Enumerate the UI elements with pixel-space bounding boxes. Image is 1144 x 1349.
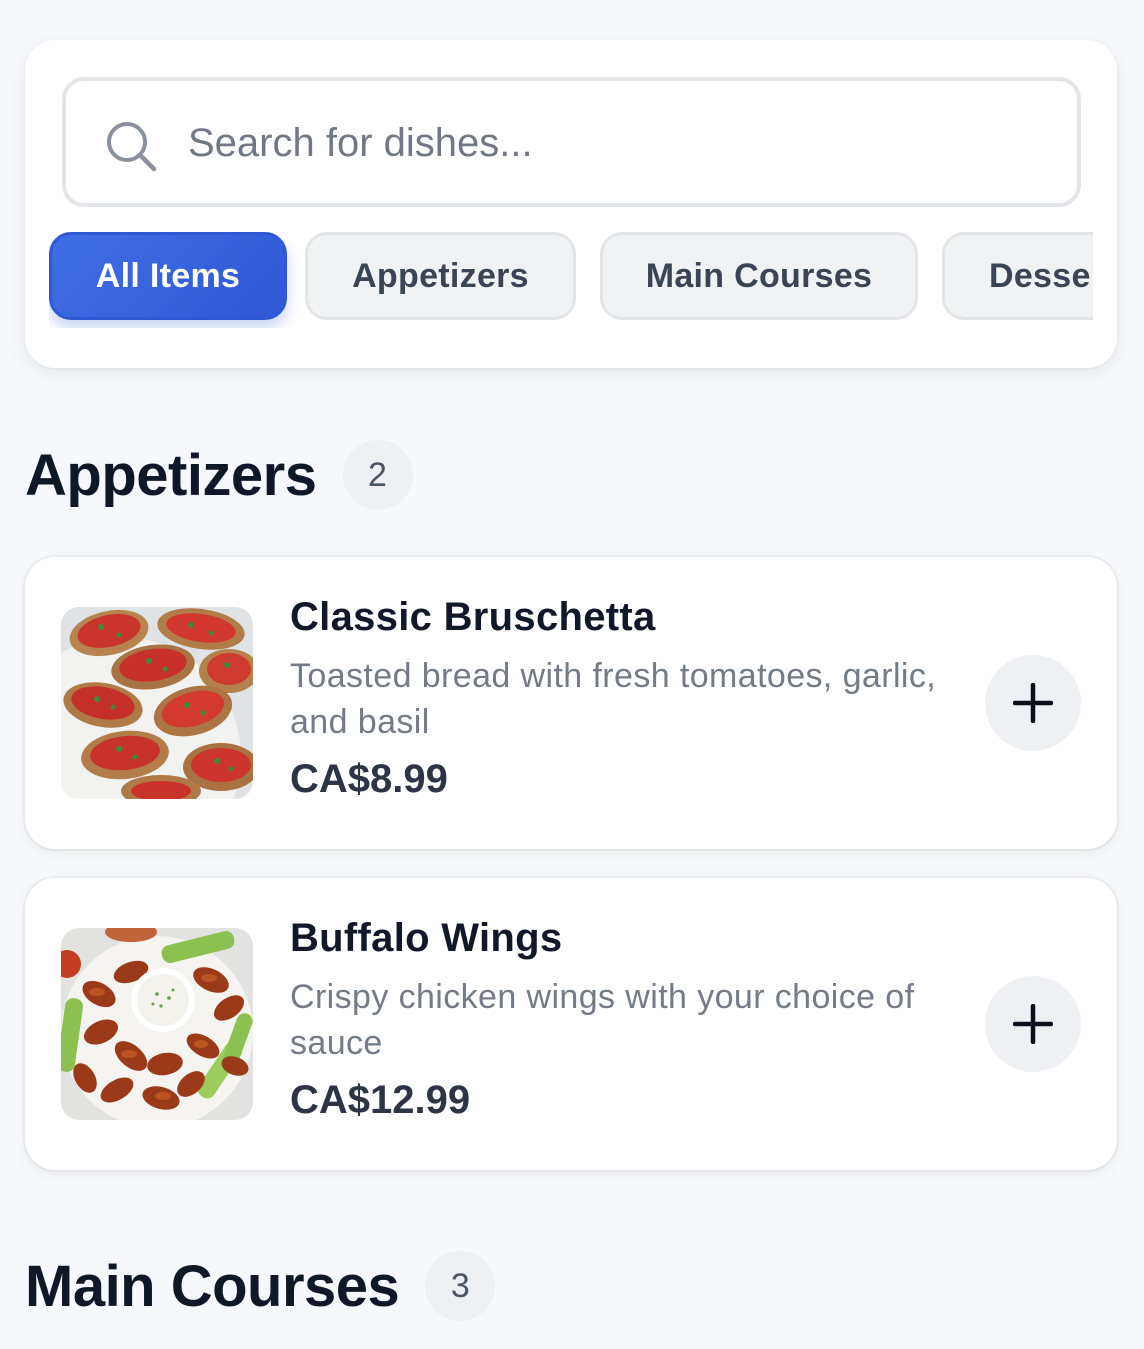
- item-price: CA$12.99: [290, 1078, 471, 1122]
- menu-item-card[interactable]: Buffalo Wings Crispy chicken wings with …: [25, 878, 1117, 1170]
- tab-all-items[interactable]: All Items: [49, 232, 287, 320]
- tab-main-courses[interactable]: Main Courses: [600, 232, 918, 320]
- section-header-main-courses: Main Courses 3: [25, 1251, 496, 1321]
- item-name: Classic Bruschetta: [290, 595, 656, 639]
- tab-desserts[interactable]: Desserts: [942, 232, 1093, 320]
- item-price: CA$8.99: [290, 757, 448, 801]
- add-to-cart-button[interactable]: [985, 655, 1081, 751]
- section-title: Main Courses: [25, 1253, 400, 1319]
- tab-appetizers[interactable]: Appetizers: [305, 232, 576, 320]
- item-description: Toasted bread with fresh tomatoes, garli…: [290, 657, 937, 741]
- item-name: Buffalo Wings: [290, 916, 563, 960]
- filter-card: All Items Appetizers Main Courses Desser…: [25, 40, 1117, 368]
- menu-item-card[interactable]: Classic Bruschetta Toasted bread with fr…: [25, 557, 1117, 849]
- search-icon: [107, 122, 157, 172]
- section-header-appetizers: Appetizers 2: [25, 440, 413, 510]
- add-to-cart-button[interactable]: [985, 976, 1081, 1072]
- search-input[interactable]: [188, 111, 1048, 175]
- search-box[interactable]: [62, 77, 1081, 207]
- bruschetta-image: [61, 607, 253, 799]
- count-badge: 3: [425, 1251, 496, 1321]
- menu-page: All Items Appetizers Main Courses Desser…: [0, 0, 1144, 1349]
- plus-icon: [1013, 683, 1053, 723]
- count-badge: 2: [342, 440, 413, 510]
- category-tabs: All Items Appetizers Main Courses Desser…: [49, 232, 1093, 328]
- buffalo-wings-image: [61, 928, 253, 1120]
- plus-icon: [1013, 1004, 1053, 1044]
- section-title: Appetizers: [25, 442, 317, 508]
- item-description: Crispy chicken wings with your choice of…: [290, 978, 915, 1062]
